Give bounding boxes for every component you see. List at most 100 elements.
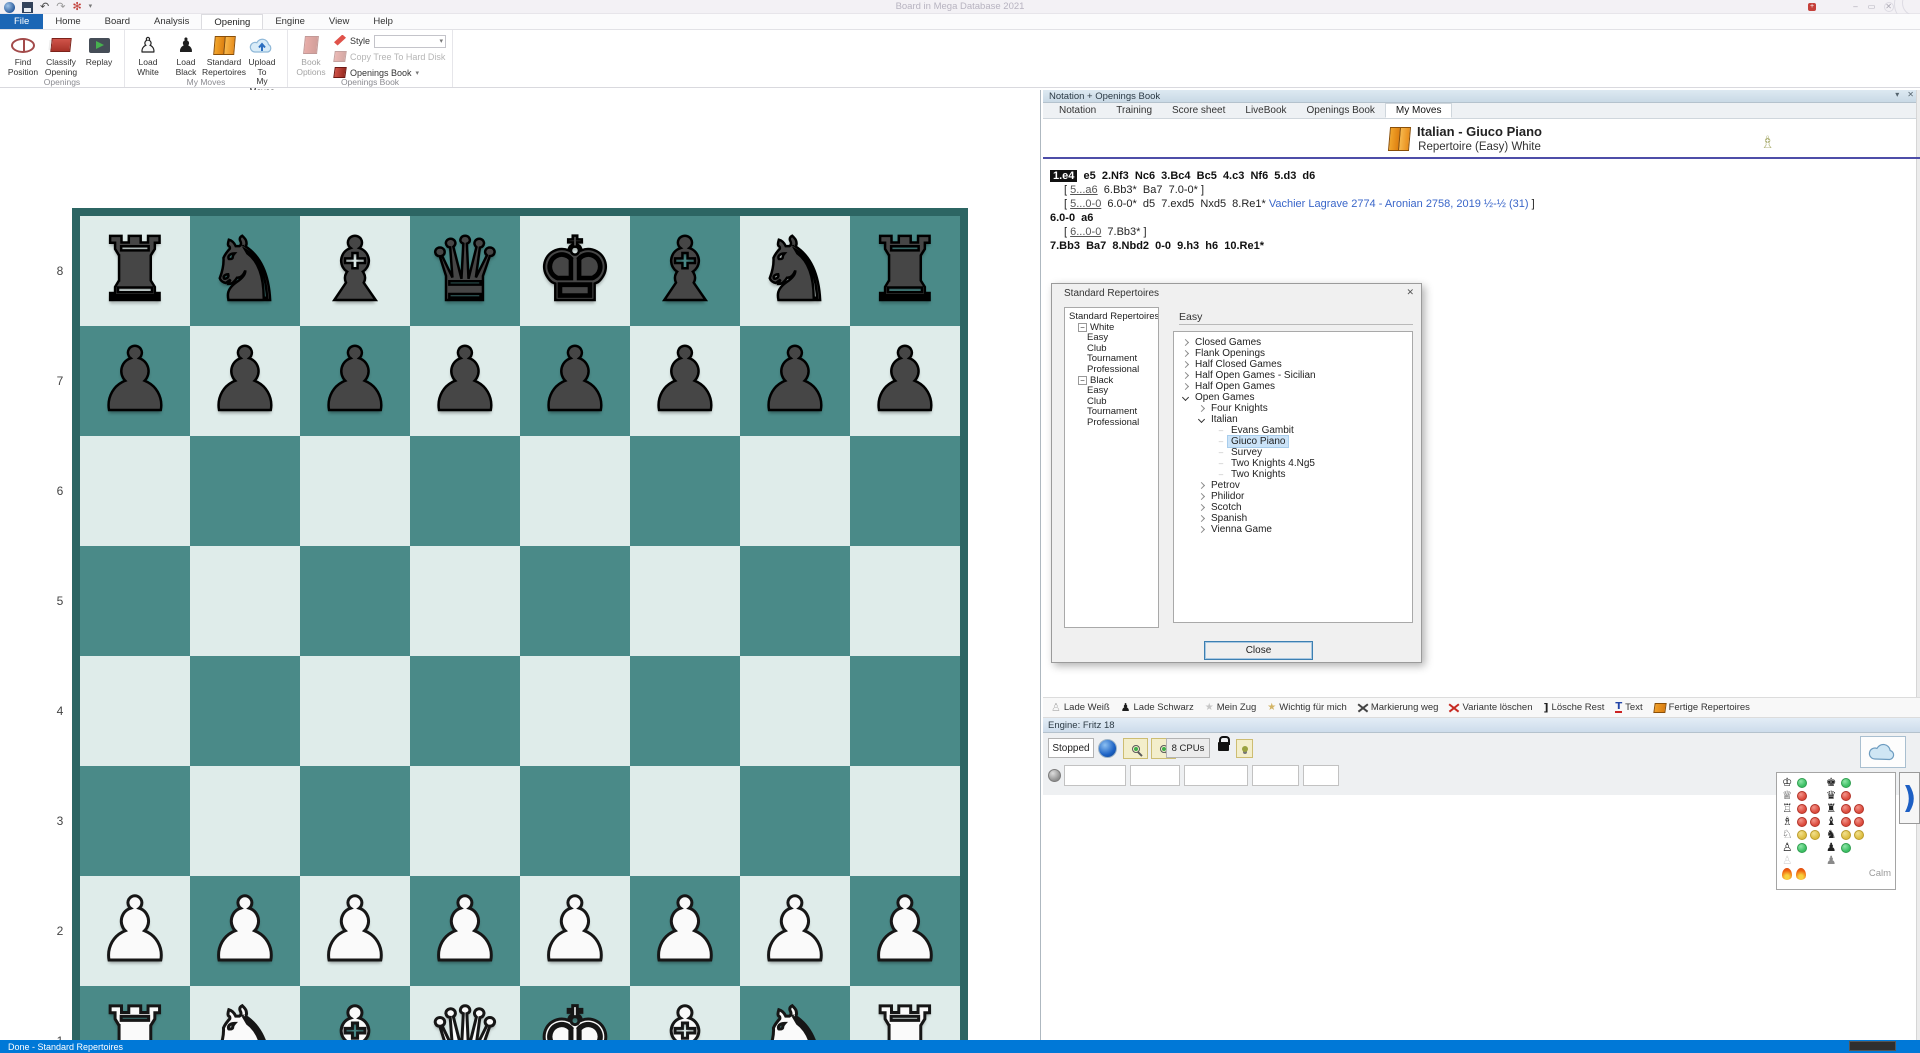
collapsed-chevron-icon[interactable] — [1194, 524, 1208, 535]
square-d4[interactable] — [410, 656, 520, 766]
tab-livebook[interactable]: LiveBook — [1235, 103, 1296, 118]
close-button[interactable]: Close — [1204, 641, 1313, 660]
classify-opening-button[interactable]: ClassifyOpening — [42, 31, 80, 77]
analysis-zoom-in-button[interactable] — [1123, 738, 1148, 759]
square-c8[interactable] — [300, 216, 410, 326]
square-a4[interactable] — [80, 656, 190, 766]
square-e2[interactable] — [520, 876, 630, 986]
opening-item-spanish[interactable]: Spanish — [1174, 513, 1412, 524]
square-b6[interactable] — [190, 436, 300, 546]
toolbar-item-lade-schwarz[interactable]: ♟Lade Schwarz — [1121, 701, 1194, 714]
square-e5[interactable] — [520, 546, 630, 656]
opening-item-philidor[interactable]: Philidor — [1174, 491, 1412, 502]
menu-tab-engine[interactable]: Engine — [263, 14, 317, 29]
square-g6[interactable] — [740, 436, 850, 546]
square-g5[interactable] — [740, 546, 850, 656]
collapsed-chevron-icon[interactable] — [1194, 403, 1208, 414]
opening-item-closed-games[interactable]: Closed Games — [1174, 337, 1412, 348]
collapsed-chevron-icon[interactable] — [1178, 348, 1192, 359]
square-b4[interactable] — [190, 656, 300, 766]
toolbar-item-markierung-weg[interactable]: Markierung weg — [1358, 702, 1439, 713]
square-d5[interactable] — [410, 546, 520, 656]
menu-tab-view[interactable]: View — [317, 14, 361, 29]
square-a3[interactable] — [80, 766, 190, 876]
load-black-button[interactable]: ♟LoadBlack — [167, 31, 205, 77]
square-c3[interactable] — [300, 766, 410, 876]
style-row[interactable]: Style — [334, 34, 446, 48]
collapsed-chevron-icon[interactable] — [1178, 359, 1192, 370]
opening-item-open-games[interactable]: Open Games — [1174, 392, 1412, 403]
variation-move-link[interactable]: 5...a6 — [1070, 184, 1098, 196]
square-a8[interactable] — [80, 216, 190, 326]
toolbar-item-fertige-repertoires[interactable]: Fertige Repertoires — [1654, 702, 1750, 713]
menu-tab-board[interactable]: Board — [93, 14, 142, 29]
toolbar-item-text[interactable]: TText — [1615, 702, 1642, 713]
panel-collapse-icon[interactable]: ▾ — [1895, 90, 1899, 99]
collapse-box-icon[interactable]: − — [1078, 376, 1087, 385]
opening-item-half-open-games[interactable]: Half Open Games — [1174, 381, 1412, 392]
square-f8[interactable] — [630, 216, 740, 326]
tab-training[interactable]: Training — [1106, 103, 1162, 118]
panel-close-icon[interactable]: ✕ — [1907, 90, 1914, 99]
engine-field-4[interactable] — [1252, 765, 1299, 786]
opening-item-vienna-game[interactable]: Vienna Game — [1174, 524, 1412, 535]
move-text[interactable]: 7.Bb3 Ba7 8.Nbd2 0-0 9.h3 h6 10.Re1* — [1050, 240, 1264, 252]
square-g8[interactable] — [740, 216, 850, 326]
menu-tab-opening[interactable]: Opening — [201, 14, 263, 29]
lock-icon[interactable] — [1218, 742, 1229, 751]
category-item-professional[interactable]: Professional — [1069, 418, 1158, 429]
square-d3[interactable] — [410, 766, 520, 876]
square-e6[interactable] — [520, 436, 630, 546]
square-b2[interactable] — [190, 876, 300, 986]
opening-item-half-open-games-sicilian[interactable]: Half Open Games - Sicilian — [1174, 370, 1412, 381]
square-h4[interactable] — [850, 656, 960, 766]
square-h2[interactable] — [850, 876, 960, 986]
square-c6[interactable] — [300, 436, 410, 546]
toolbar-item-l-sche-rest[interactable]: ]Lösche Rest — [1544, 701, 1605, 714]
replay-button[interactable]: Replay — [80, 31, 118, 68]
variation-move-link[interactable]: 5...0-0 — [1070, 198, 1101, 210]
category-item-standard-repertoires[interactable]: Standard Repertoires — [1069, 312, 1158, 323]
toolbar-item-variante-l-schen[interactable]: Variante löschen — [1449, 702, 1532, 713]
toolbar-item-lade-wei[interactable]: ♙Lade Weiß — [1051, 701, 1110, 714]
square-e7[interactable] — [520, 326, 630, 436]
category-item-black[interactable]: −Black — [1069, 376, 1158, 387]
opening-item-two-knights-4-ng5[interactable]: –Two Knights 4.Ng5 — [1174, 458, 1412, 469]
collapsed-chevron-icon[interactable] — [1194, 491, 1208, 502]
move-text[interactable]: e5 2.Nf3 Nc6 3.Bc4 Bc5 4.c3 Nf6 5.d3 d6 — [1077, 170, 1315, 182]
square-d2[interactable] — [410, 876, 520, 986]
collapsed-chevron-icon[interactable] — [1178, 381, 1192, 392]
opening-item-two-knights[interactable]: –Two Knights — [1174, 469, 1412, 480]
square-a2[interactable] — [80, 876, 190, 986]
opening-item-half-closed-games[interactable]: Half Closed Games — [1174, 359, 1412, 370]
opening-item-survey[interactable]: –Survey — [1174, 447, 1412, 458]
square-g2[interactable] — [740, 876, 850, 986]
game-reference-link[interactable]: Vachier Lagrave 2774 - Aronian 2758, 201… — [1269, 198, 1529, 210]
engine-field-1[interactable] — [1064, 765, 1126, 786]
square-f6[interactable] — [630, 436, 740, 546]
tab-my-moves[interactable]: My Moves — [1385, 103, 1453, 118]
standard-repertoires-button[interactable]: StandardRepertoires — [205, 31, 243, 77]
square-a5[interactable] — [80, 546, 190, 656]
square-d6[interactable] — [410, 436, 520, 546]
expanded-chevron-icon[interactable] — [1194, 414, 1208, 425]
square-b8[interactable] — [190, 216, 300, 326]
square-e8[interactable] — [520, 216, 630, 326]
tab-score-sheet[interactable]: Score sheet — [1162, 103, 1235, 118]
opening-item-italian[interactable]: Italian — [1174, 414, 1412, 425]
tab-notation[interactable]: Notation — [1049, 103, 1106, 118]
square-h3[interactable] — [850, 766, 960, 876]
square-e4[interactable] — [520, 656, 630, 766]
category-item-white[interactable]: −White — [1069, 323, 1158, 334]
engine-stop-button[interactable]: Stopped — [1048, 738, 1094, 758]
engine-field-3[interactable] — [1184, 765, 1248, 786]
square-g3[interactable] — [740, 766, 850, 876]
opening-item-scotch[interactable]: Scotch — [1174, 502, 1412, 513]
square-c2[interactable] — [300, 876, 410, 986]
load-white-button[interactable]: ♟LoadWhite — [129, 31, 167, 77]
engine-field-5[interactable] — [1303, 765, 1339, 786]
cpu-count-button[interactable]: 8 CPUs — [1166, 738, 1210, 758]
square-c4[interactable] — [300, 656, 410, 766]
square-g7[interactable] — [740, 326, 850, 436]
square-d8[interactable] — [410, 216, 520, 326]
